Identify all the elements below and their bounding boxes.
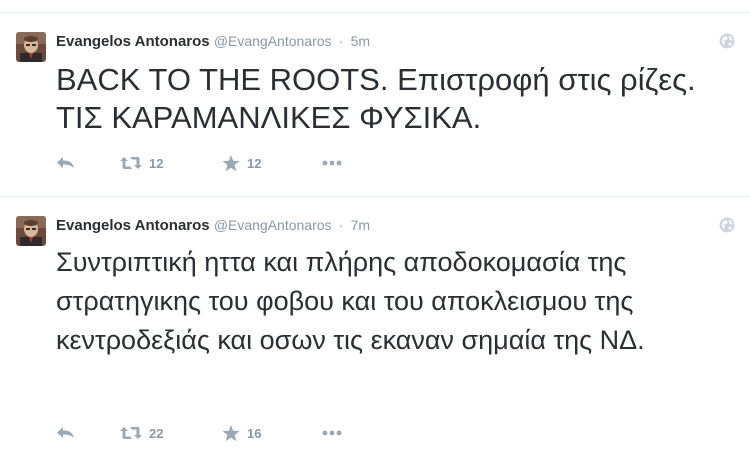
- retweet-icon: [120, 157, 142, 169]
- more-button[interactable]: [322, 430, 342, 436]
- tweet[interactable]: Evangelos Antonaros @EvangAntonaros · 5m…: [0, 13, 750, 197]
- separator: ·: [338, 33, 344, 49]
- author-username[interactable]: @EvangAntonaros: [214, 33, 332, 49]
- tweet[interactable]: Evangelos Antonaros @EvangAntonaros · 7m…: [0, 197, 750, 453]
- tweet-text: Συντριπτική ηττα και πλήρης αποδοκομασία…: [56, 247, 645, 355]
- favorite-count: 12: [247, 155, 262, 171]
- avatar[interactable]: [16, 32, 46, 62]
- tweet-header: Evangelos Antonaros @EvangAntonaros · 5m: [56, 32, 370, 51]
- retweet-icon: [120, 427, 142, 439]
- author-username[interactable]: @EvangAntonaros: [214, 217, 332, 233]
- reply-icon: [57, 427, 74, 438]
- more-icon: [322, 430, 342, 436]
- retweet-count: 12: [149, 155, 164, 171]
- tweet-actions: 22 16: [56, 423, 342, 443]
- reply-icon: [57, 157, 74, 168]
- globe-icon[interactable]: [719, 217, 735, 233]
- favorite-button[interactable]: 12: [222, 154, 322, 172]
- retweet-count: 22: [149, 425, 164, 441]
- star-icon: [222, 154, 240, 171]
- tweet-actions: 12 12: [56, 153, 342, 173]
- separator: ·: [338, 217, 344, 233]
- author-fullname[interactable]: Evangelos Antonaros: [56, 33, 210, 50]
- reply-button[interactable]: [56, 156, 120, 170]
- star-icon: [222, 424, 240, 441]
- author-fullname[interactable]: Evangelos Antonaros: [56, 217, 210, 234]
- tweet-timestamp[interactable]: 5m: [351, 33, 370, 49]
- retweet-button[interactable]: 22: [120, 426, 222, 441]
- more-icon: [322, 160, 342, 166]
- avatar[interactable]: [16, 216, 46, 246]
- retweet-button[interactable]: 12: [120, 156, 222, 171]
- globe-icon[interactable]: [719, 33, 735, 49]
- tweet-timestamp[interactable]: 7m: [351, 217, 370, 233]
- more-button[interactable]: [322, 160, 342, 166]
- reply-button[interactable]: [56, 426, 120, 440]
- tweet-header: Evangelos Antonaros @EvangAntonaros · 7m: [56, 216, 370, 235]
- favorite-button[interactable]: 16: [222, 424, 322, 442]
- favorite-count: 16: [247, 425, 262, 441]
- tweet-text: BACK TO THE ROOTS. Επιστροφή στις ρίζες.…: [56, 62, 696, 135]
